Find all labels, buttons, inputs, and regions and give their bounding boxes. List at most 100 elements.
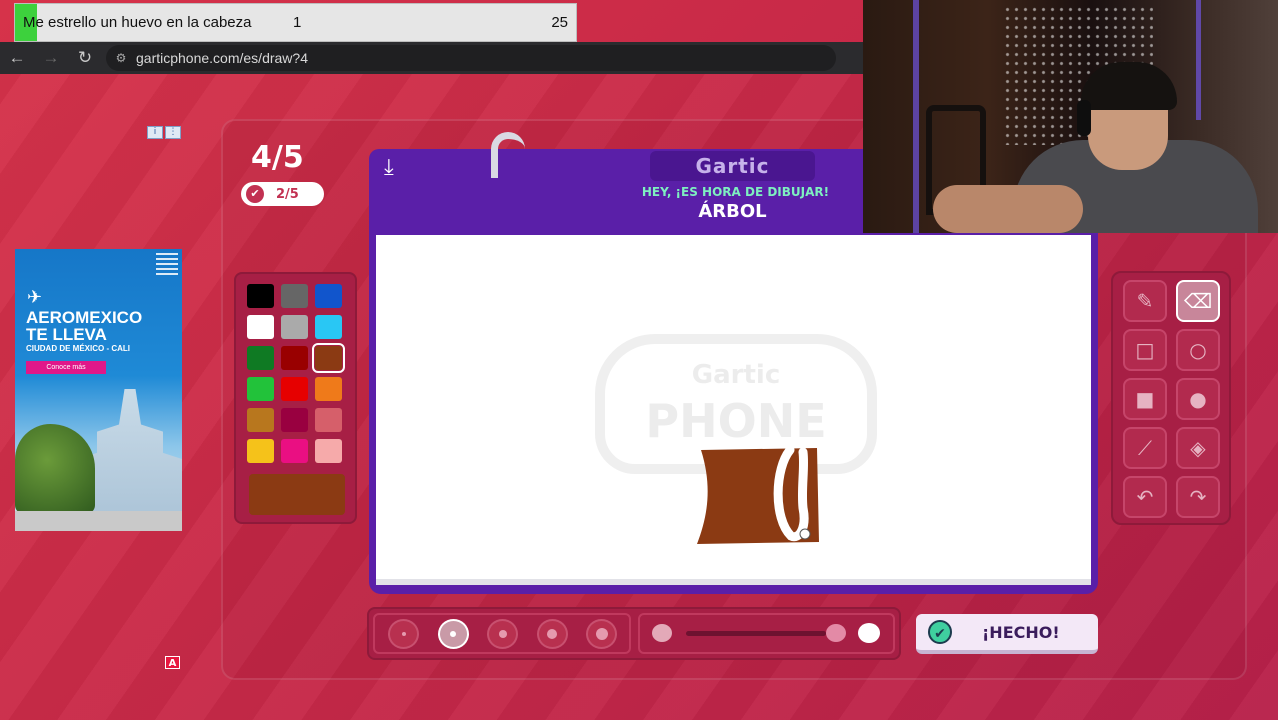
browser-toolbar: ← → ↻ ⚙ garticphone.com/es/draw?4 (0, 42, 863, 74)
ad-tree-image (15, 424, 95, 514)
webcam-person-arm (933, 185, 1083, 233)
ellipse-fill-tool[interactable]: ● (1176, 378, 1220, 420)
color-swatch[interactable] (315, 377, 342, 401)
bucket-icon: ◈ (1190, 436, 1206, 460)
color-swatch[interactable] (247, 346, 274, 370)
headphones (1077, 100, 1091, 136)
color-swatch[interactable] (281, 284, 308, 308)
ad-subline: CIUDAD DE MÉXICO - CALI (26, 344, 130, 353)
tool-panel: ✎ ⌫ □ ○ ■ ● ⟋ ◈ ↶ ↷ (1111, 271, 1231, 525)
watermark-top-text: Gartic (691, 360, 781, 390)
redo-icon: ↷ (1189, 485, 1207, 509)
arrow-left-icon[interactable]: ← (0, 42, 34, 74)
color-swatch[interactable] (315, 315, 342, 339)
brush-size-dot (547, 629, 557, 639)
ad-logo-bars (156, 253, 178, 277)
pencil-icon: ✎ (1136, 289, 1154, 313)
color-swatch[interactable] (315, 284, 342, 308)
color-swatch[interactable] (312, 343, 345, 373)
brush-size-option[interactable] (536, 619, 568, 649)
ad-headline: AEROMEXICO TE LLEVA (26, 309, 142, 343)
done-button-label: ¡HECHO! (982, 622, 1060, 642)
arrow-right-icon[interactable]: → (34, 42, 68, 74)
brush-size-option[interactable] (586, 619, 617, 649)
site-settings-icon[interactable]: ⚙ (106, 51, 136, 65)
round-counter: 4/5 (251, 140, 304, 175)
reload-icon[interactable]: ↻ (68, 42, 102, 74)
webcam-led-strip-right (1196, 0, 1201, 120)
eraser-tool[interactable]: ⌫ (1176, 280, 1220, 322)
stream-overlay-bar: Me estrello un huevo en la cabeza 1 25 (14, 3, 577, 42)
brush-size-option[interactable] (487, 619, 518, 649)
ad-menu-icon[interactable]: ⋮ (165, 126, 181, 139)
eraser-icon: ⌫ (1183, 289, 1213, 313)
watermark-bottom-text: PHONE (645, 394, 827, 448)
overlay-count-b: 25 (551, 14, 568, 31)
ad-info-icon[interactable]: i (147, 126, 163, 139)
color-swatch[interactable] (281, 377, 308, 401)
ad-headline-line-1: AEROMEXICO (26, 308, 143, 327)
ad-ground-image (15, 511, 182, 531)
square-outline-icon: □ (1135, 338, 1155, 362)
brush-size-dot (450, 631, 456, 637)
ellipse-outline-tool[interactable]: ○ (1176, 329, 1220, 371)
brush-size-option[interactable] (437, 619, 469, 649)
brush-size-dot (595, 628, 608, 640)
color-swatch[interactable] (247, 377, 274, 401)
line-tool[interactable]: ⟋ (1123, 427, 1167, 469)
fill-bucket-tool[interactable]: ◈ (1176, 427, 1220, 469)
opacity-min-icon (652, 624, 672, 642)
color-swatch[interactable] (315, 408, 342, 432)
color-swatch[interactable] (247, 315, 274, 339)
ad-badge[interactable]: A (165, 656, 180, 669)
color-swatch[interactable] (281, 346, 308, 370)
brush-size-dot (401, 632, 406, 636)
prompt-label: HEY, ¡ES HORA DE DIBUJAR! (641, 185, 830, 199)
airline-logo-icon: ✈ (27, 287, 43, 308)
done-button[interactable]: ✔ ¡HECHO! (916, 614, 1098, 654)
board-hook-decoration (491, 132, 525, 178)
ad-info-icons: i ⋮ (147, 126, 181, 139)
pencil-tool[interactable]: ✎ (1123, 280, 1167, 322)
advertisement[interactable]: ✈ AEROMEXICO TE LLEVA CIUDAD DE MÉXICO -… (15, 249, 182, 531)
download-icon[interactable]: ⤓ (384, 155, 414, 183)
undo-icon: ↶ (1136, 485, 1154, 509)
current-color-preview (249, 474, 345, 515)
color-swatch[interactable] (247, 284, 274, 308)
color-swatch[interactable] (315, 439, 342, 463)
opacity-slider-track[interactable] (686, 631, 826, 636)
check-icon: ✔ (928, 620, 952, 644)
rectangle-outline-tool[interactable]: □ (1123, 329, 1167, 371)
color-swatch[interactable] (281, 408, 308, 432)
color-swatch[interactable] (247, 439, 274, 463)
players-done-pill: ✔ 2/5 (241, 182, 324, 206)
url-text: garticphone.com/es/draw?4 (136, 50, 308, 66)
color-swatch[interactable] (281, 439, 308, 463)
prompt-word: ÁRBOL (698, 201, 767, 222)
opacity-max-icon (858, 623, 880, 643)
circle-outline-icon: ○ (1189, 338, 1207, 362)
color-swatch[interactable] (281, 315, 308, 339)
square-filled-icon: ■ (1135, 387, 1155, 411)
undo-tool[interactable]: ↶ (1123, 476, 1167, 518)
circle-filled-icon: ● (1189, 387, 1207, 411)
ad-cta-button[interactable]: Conoce más (26, 361, 106, 374)
gartic-brand-tab: Gartic (650, 151, 815, 181)
ad-headline-line-2: TE LLEVA (26, 325, 107, 344)
overlay-title: Me estrello un huevo en la cabeza (23, 14, 252, 31)
color-swatch[interactable] (247, 408, 274, 432)
overlay-count-a: 1 (293, 14, 302, 31)
address-bar[interactable]: ⚙ garticphone.com/es/draw?4 (106, 45, 836, 71)
brush-size-option[interactable] (388, 619, 419, 649)
color-palette (234, 272, 357, 524)
eraser-cursor (799, 528, 811, 540)
rectangle-fill-tool[interactable]: ■ (1123, 378, 1167, 420)
redo-tool[interactable]: ↷ (1176, 476, 1220, 518)
opacity-slider-handle[interactable] (826, 624, 846, 642)
players-done-count: 2/5 (276, 186, 299, 202)
user-drawing (697, 448, 819, 544)
webcam-feed (863, 0, 1278, 233)
check-icon: ✔ (246, 185, 264, 203)
line-icon: ⟋ (1138, 436, 1152, 460)
webcam-led-strip (913, 0, 919, 233)
